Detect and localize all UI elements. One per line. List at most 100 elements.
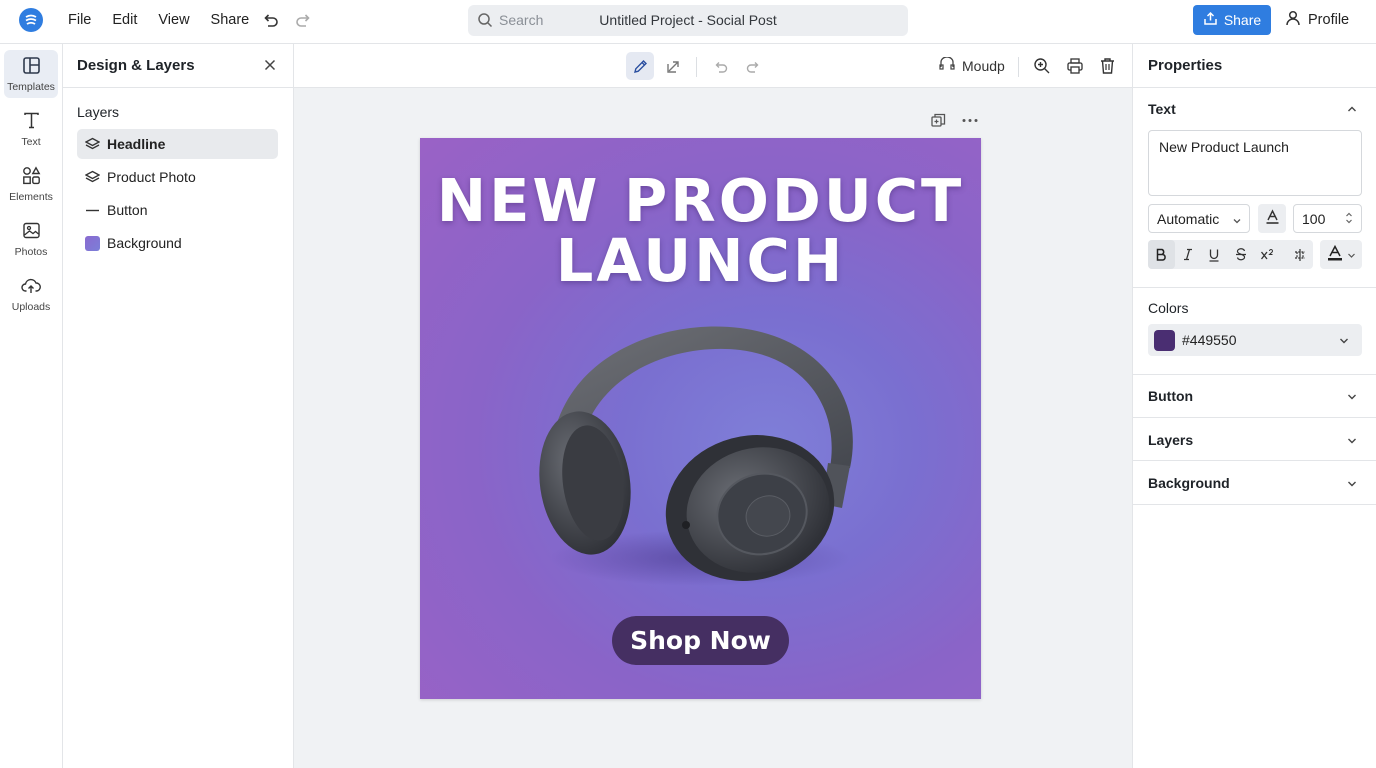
canvas-toolbar: Moudp [294,44,1132,88]
chevron-up-icon[interactable] [1346,102,1358,118]
superscript-icon[interactable] [1254,240,1281,269]
font-size-field[interactable]: 100 [1293,204,1362,233]
share-button-label: Share [1223,12,1262,28]
layer-label: Headline [107,136,166,152]
menu-view[interactable]: View [158,12,189,28]
text-spacing-icon[interactable] [1287,240,1314,269]
menu-file[interactable]: File [68,12,91,28]
color-swatch [1154,329,1175,351]
layer-label: Background [107,235,182,251]
chevron-down-icon[interactable] [1346,390,1358,406]
layer-background[interactable]: Background [77,228,278,258]
properties-panel: Properties Text New Product Launch Autom… [1132,44,1376,768]
text-content-field[interactable]: New Product Launch [1148,130,1362,196]
text-format-group [1148,240,1313,269]
zoom-in-icon[interactable] [1028,52,1056,80]
trash-icon[interactable] [1093,52,1121,80]
templates-icon [22,56,41,78]
resize-icon[interactable] [659,52,687,80]
color-swatch-icon [84,235,100,251]
panel-title: Design & Layers [77,57,195,74]
undo-icon[interactable] [260,10,280,30]
rail-templates[interactable]: Templates [4,50,58,98]
print-icon[interactable] [1061,52,1089,80]
rail-uploads-label: Uploads [11,300,51,313]
duplicate-icon[interactable] [930,112,947,132]
text-icon [22,111,41,133]
rail-photos-label: Photos [14,245,48,258]
text-color-dropdown[interactable] [1320,240,1362,269]
properties-header: Properties [1133,44,1376,88]
mockup-label: Moudp [962,57,1005,74]
canvas-undo-icon[interactable] [706,52,734,80]
text-color-a-button[interactable] [1258,204,1286,233]
product-photo-headphones[interactable] [510,318,870,588]
chevron-down-icon[interactable] [1346,477,1358,493]
button-section-title[interactable]: Button [1148,388,1193,404]
canvas-redo-icon[interactable] [739,52,767,80]
profile-button[interactable]: Profile [1285,10,1349,30]
layer-button[interactable]: Button [77,195,278,225]
headline-line-1: NEW PRODUCT [436,166,965,235]
chevron-down-icon [1232,213,1242,229]
more-options-icon[interactable] [961,112,979,132]
italic-icon[interactable] [1175,240,1202,269]
font-size-value: 100 [1302,210,1326,227]
properties-title: Properties [1148,57,1223,74]
shop-now-button[interactable]: Shop Now [612,616,789,665]
elements-icon [22,165,41,188]
toolbar-divider [1018,57,1019,77]
rail-templates-label: Templates [7,80,55,93]
search-bar[interactable]: Search Untitled Project - Social Post [468,5,908,36]
pen-edit-icon[interactable] [626,52,654,80]
app-logo-icon[interactable] [19,8,43,32]
photos-icon [22,221,41,243]
mockup-button[interactable]: Moudp [939,56,1005,74]
profile-label: Profile [1308,12,1350,28]
background-section-title[interactable]: Background [1148,475,1230,491]
strikethrough-icon[interactable] [1228,240,1255,269]
layer-label: Product Photo [107,169,196,185]
font-color-icon [1265,209,1280,228]
section-divider [1133,504,1376,505]
redo-icon[interactable] [294,10,314,30]
layers-section-title[interactable]: Layers [1148,432,1193,448]
font-color-icon [1327,244,1343,264]
line-icon [84,202,100,218]
underline-icon[interactable] [1201,240,1228,269]
stepper-icon[interactable] [1345,211,1353,228]
chevron-down-icon [1347,247,1356,263]
layers-icon [84,169,100,185]
artboard[interactable]: NEW PRODUCT LAUNCH Shop Now [420,138,981,699]
font-select[interactable]: Automatic [1148,204,1250,233]
section-divider [1133,460,1376,461]
rail-elements[interactable]: Elements [4,160,58,208]
headline-text[interactable]: NEW PRODUCT LAUNCH [420,171,981,291]
font-select-value: Automatic [1157,210,1220,227]
chevron-down-icon[interactable] [1346,434,1358,450]
section-divider [1133,374,1376,375]
user-icon [1285,10,1301,30]
close-icon[interactable] [263,58,277,75]
menu-edit[interactable]: Edit [112,12,137,28]
share-button[interactable]: Share [1193,5,1271,35]
layers-icon [84,136,100,152]
rail-text[interactable]: Text [4,105,58,153]
rail-photos[interactable]: Photos [4,215,58,263]
menu-share[interactable]: Share [211,12,250,28]
menu-bar: File Edit View Share [68,0,270,40]
layer-product-photo[interactable]: Product Photo [77,162,278,192]
section-divider [1133,417,1376,418]
rail-elements-label: Elements [9,190,53,203]
section-divider [1133,287,1376,288]
text-section-title[interactable]: Text [1148,101,1176,117]
left-rail: Templates Text Elements Photos Uploads [0,44,63,768]
rail-text-label: Text [21,135,41,148]
color-select[interactable]: #449550 [1148,324,1362,356]
layers-section-label: Layers [77,104,120,120]
mockup-icon [939,56,955,74]
rail-uploads[interactable]: Uploads [4,270,58,318]
color-hex-value: #449550 [1182,332,1237,348]
layer-headline[interactable]: Headline [77,129,278,159]
bold-icon[interactable] [1148,240,1175,269]
